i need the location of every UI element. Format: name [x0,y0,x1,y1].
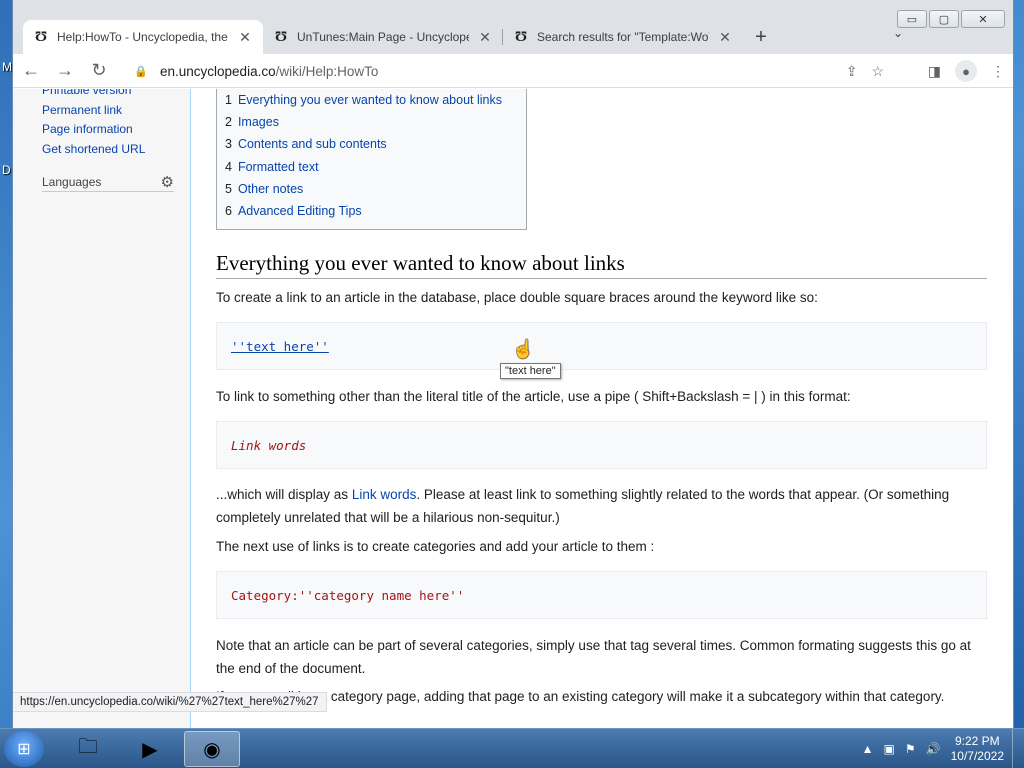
tab-untunes-main-page[interactable]: Ʊ UnTunes:Main Page - Uncyclope ✕ [263,20,503,54]
clock-date: 10/7/2022 [950,749,1004,763]
clock[interactable]: 9:22 PM 10/7/2022 [951,734,1004,764]
toc-item[interactable]: 2 Images [225,111,518,133]
section-heading: Everything you ever wanted to know about… [216,251,987,279]
action-center-flag-icon[interactable]: ⚑ [905,742,916,756]
desktop-icon-label[interactable]: M [2,60,12,74]
sidebar-link-get-shortened-url[interactable]: Get shortened URL [42,142,145,156]
close-tab-icon[interactable]: ✕ [717,29,733,46]
tab-title: Search results for "Template:WoW [537,30,709,44]
gear-icon[interactable]: ⚙ [161,173,174,191]
profile-avatar-icon[interactable]: ● [955,60,977,82]
bookmark-star-icon[interactable]: ☆ [871,63,884,80]
start-button[interactable]: ⊞ [4,731,44,767]
sidebar-link-permanent-link[interactable]: Permanent link [42,103,122,117]
paragraph: The next use of links is to create categ… [216,539,655,554]
tab-list: Ʊ Help:HowTo - Uncyclopedia, the ✕ Ʊ UnT… [23,20,775,54]
toc-item[interactable]: 5 Other notes [225,178,518,200]
inline-link[interactable]: Link words [352,487,417,502]
toc-link[interactable]: Everything you ever wanted to know about… [238,93,502,107]
clock-time: 9:22 PM [954,734,1000,748]
media-player-taskbar-icon[interactable]: ▶ [122,731,178,767]
web-page: Printable version Permanent link Page in… [13,89,1013,728]
paragraph: ...which will display as Link words. Ple… [216,483,987,529]
code-example-link[interactable]: ''text here'' [231,339,329,354]
browser-toolbar: ← → ↻ 🔒 en.uncyclopedia.co/wiki/Help:How… [13,54,1013,88]
url-host: en.uncyclopedia.co [160,63,276,79]
toc-link[interactable]: Contents and sub contents [238,137,387,151]
sidebar-link-page-information[interactable]: Page information [42,122,133,136]
table-of-contents: 1 Everything you ever wanted to know abou… [216,89,527,230]
address-bar[interactable]: 🔒 en.uncyclopedia.co/wiki/Help:HowTo ⇪ ☆ [128,57,888,85]
code-example: Category:''category name here'' [231,587,465,603]
browser-window: ▭ ▢ ✕ Ʊ Help:HowTo - Uncyclopedia, the ✕… [12,0,1014,728]
toolbar-actions: ◨ ● ⋮ [928,57,1005,85]
back-button[interactable]: ← [15,57,47,85]
uncyclopedia-favicon-icon: Ʊ [514,29,527,45]
show-desktop-button[interactable] [1012,729,1024,768]
close-tab-icon[interactable]: ✕ [477,29,493,46]
uncyclopedia-favicon-icon: Ʊ [274,29,287,45]
toc-link[interactable]: Other notes [238,182,303,196]
tab-title: UnTunes:Main Page - Uncyclope [297,30,469,44]
paragraph-text: ...which will display as [216,487,352,502]
forward-button[interactable]: → [49,57,81,85]
desktop-icon-label[interactable]: D [2,163,11,177]
tab-search-results[interactable]: Ʊ Search results for "Template:WoW ✕ [503,20,743,54]
close-tab-icon[interactable]: ✕ [237,29,253,46]
wiki-sidebar: Printable version Permanent link Page in… [13,89,191,728]
link-tooltip: "text here" [500,363,561,379]
hand-cursor-icon: ☝ [512,339,535,359]
uncyclopedia-favicon-icon: Ʊ [34,29,47,45]
paragraph: If you are editing a category page, addi… [216,689,945,704]
toc-item[interactable]: 1 Everything you ever wanted to know abou… [225,89,518,111]
system-tray: ▲ ▣ ⚑ 🔊 9:22 PM 10/7/2022 [862,729,1024,768]
code-block: ''text here'' [216,322,987,370]
sidebar-link-printable-version[interactable]: Printable version [42,89,131,97]
paragraph: To link to something other than the lite… [216,389,851,404]
network-icon[interactable]: ▣ [884,742,895,756]
code-block: Category:''category name here'' [216,571,987,619]
toc-link[interactable]: Images [238,115,279,129]
toc-link[interactable]: Formatted text [238,160,319,174]
code-block: Link words [216,421,987,469]
tab-search-menu-icon[interactable]: ⌄ [893,26,903,40]
window-controls: ▭ ▢ ✕ [897,10,1005,28]
toc-link[interactable]: Advanced Editing Tips [238,204,362,218]
toc-number: 6 [225,204,232,219]
reload-button[interactable]: ↻ [83,57,115,85]
paragraph: To create a link to an article in the da… [216,290,818,305]
paragraph: Note that an article can be part of seve… [216,638,971,676]
file-explorer-taskbar-icon[interactable]: 🗀 [60,731,116,767]
toc-item[interactable]: 3 Contents and sub contents [225,133,518,155]
new-tab-button[interactable]: + [747,20,775,54]
url-path: /wiki/Help:HowTo [275,63,379,79]
languages-heading: Languages [42,175,102,189]
lock-icon[interactable]: 🔒 [134,65,150,78]
toc-number: 1 [225,93,232,107]
taskbar: ⊞ 🗀 ▶ ◉ ▲ ▣ ⚑ 🔊 9:22 PM 10/7/2022 [0,728,1024,768]
toc-number: 4 [225,159,232,174]
toc-number: 2 [225,115,232,130]
tab-title: Help:HowTo - Uncyclopedia, the [57,30,228,44]
languages-section: Languages ⚙ [42,173,174,192]
volume-icon[interactable]: 🔊 [926,742,941,756]
tab-help-howto[interactable]: Ʊ Help:HowTo - Uncyclopedia, the ✕ [23,20,263,54]
toc-number: 5 [225,181,232,196]
tab-strip: ▭ ▢ ✕ Ʊ Help:HowTo - Uncyclopedia, the ✕… [13,0,1013,54]
close-window-button[interactable]: ✕ [961,10,1005,28]
chrome-taskbar-icon[interactable]: ◉ [184,731,240,767]
side-panel-icon[interactable]: ◨ [928,63,941,80]
share-icon[interactable]: ⇪ [846,63,858,80]
menu-kebab-icon[interactable]: ⋮ [991,63,1005,80]
address-bar-actions: ⇪ ☆ [846,57,888,85]
code-example: Link words [231,437,307,453]
status-bar-url: https://en.uncyclopedia.co/wiki/%27%27te… [13,692,327,712]
toc-number: 3 [225,137,232,152]
maximize-button[interactable]: ▢ [929,10,959,28]
tray-expand-icon[interactable]: ▲ [862,742,874,756]
toc-item[interactable]: 6 Advanced Editing Tips [225,200,518,222]
toc-item[interactable]: 4 Formatted text [225,156,518,178]
